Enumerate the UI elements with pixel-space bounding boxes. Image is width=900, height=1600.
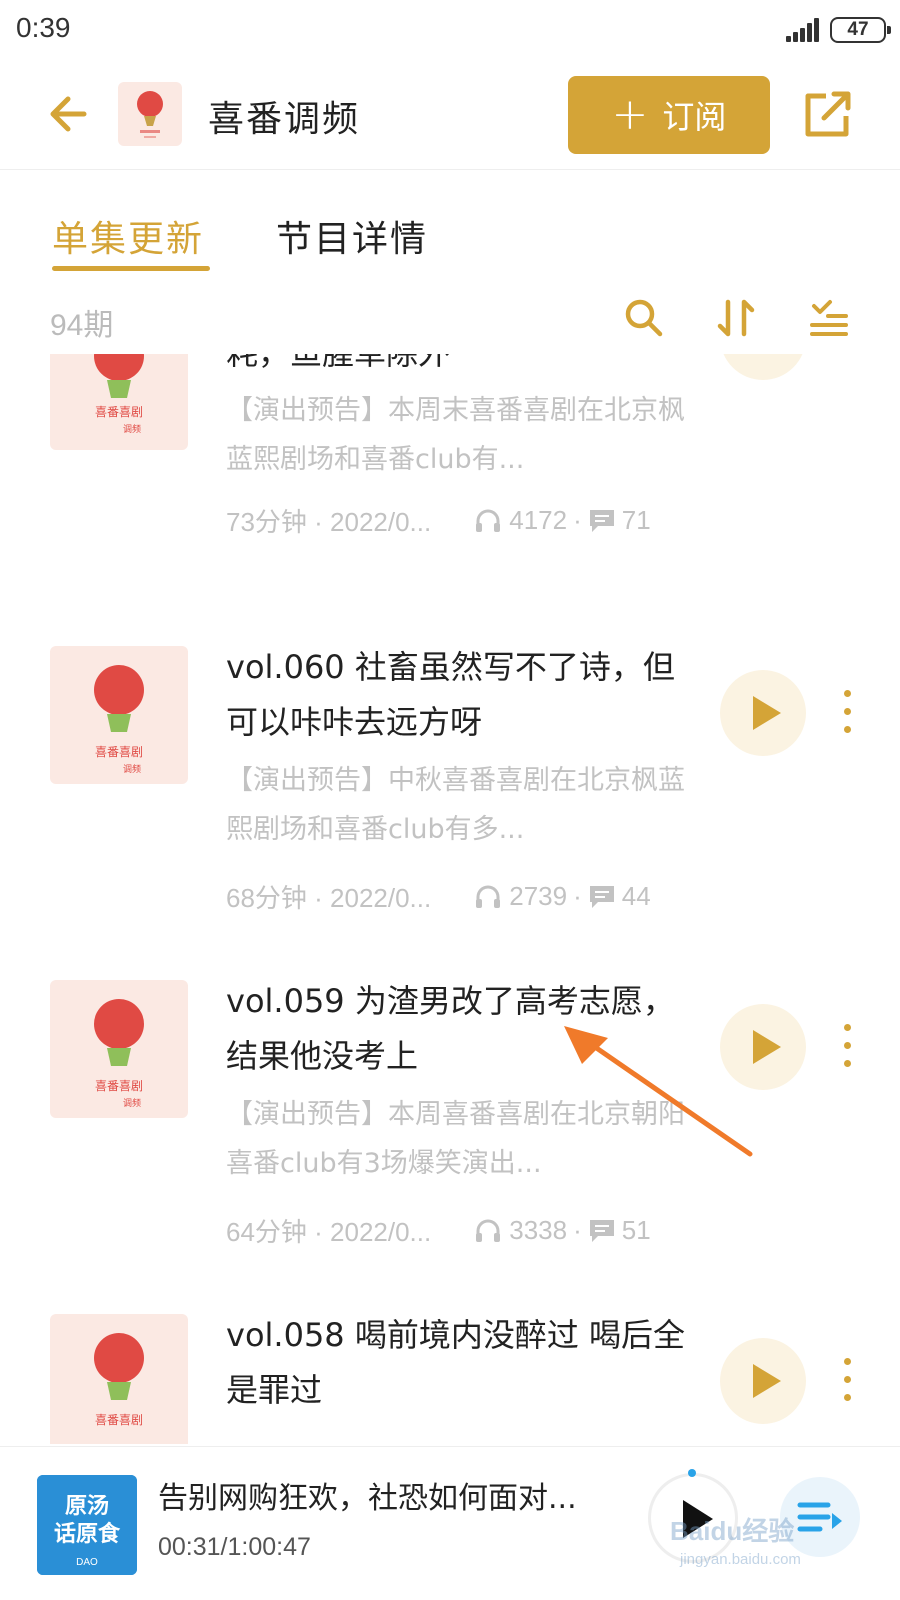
episode-cover: 喜番喜剧 调频 bbox=[50, 980, 188, 1118]
comment-count: 51 bbox=[621, 1215, 651, 1245]
episode-description: 【演出预告】中秋喜番喜剧在北京枫蓝熙剧场和喜番club有多... bbox=[226, 765, 685, 845]
headphones-icon bbox=[476, 1219, 501, 1242]
back-button[interactable] bbox=[40, 84, 100, 144]
sort-icon bbox=[717, 299, 755, 337]
podcast-title: 喜番调频 bbox=[208, 99, 361, 140]
play-button[interactable] bbox=[720, 670, 806, 756]
subscribe-button[interactable]: + 订阅 bbox=[568, 76, 770, 154]
svg-text:喜番喜剧: 喜番喜剧 bbox=[95, 1413, 143, 1427]
player-time: 00:31/1:00:47 bbox=[158, 1533, 311, 1561]
episode-description: 【演出预告】本周末喜番喜剧在北京枫蓝熙剧场和喜番club有... bbox=[226, 395, 685, 475]
episode-cover: 喜番喜剧 调频 bbox=[50, 354, 188, 450]
list-item[interactable]: 喜番喜剧 调频 vol.060 社畜虽然写不了诗，但可以咔咔去远方呀 【演出预告… bbox=[0, 646, 900, 986]
search-button[interactable] bbox=[622, 296, 666, 340]
play-count: 3338 bbox=[509, 1215, 568, 1245]
player-title: 告别网购狂欢，社恐如何面对... bbox=[158, 1481, 577, 1516]
mini-player[interactable]: 原汤 话原食 DAO 告别网购狂欢，社恐如何面对... 00:31/1:00:4… bbox=[0, 1446, 900, 1600]
duration-date: 73分钟 · 2022/0... bbox=[226, 507, 432, 537]
play-count: 4172 bbox=[509, 505, 568, 535]
subscribe-label: 订阅 bbox=[662, 98, 727, 136]
duration-date: 68分钟 · 2022/0... bbox=[226, 883, 432, 913]
svg-text:调频: 调频 bbox=[123, 763, 141, 775]
comment-icon bbox=[589, 509, 614, 532]
arrow-left-icon bbox=[50, 96, 87, 132]
comment-icon bbox=[589, 1219, 614, 1242]
episode-title: vol.058 喝前境内没醉过 喝后全是罪过 bbox=[226, 1316, 686, 1409]
comment-count: 71 bbox=[621, 505, 651, 535]
tab-episodes[interactable]: 单集更新 bbox=[52, 210, 204, 262]
headphones-icon bbox=[476, 885, 501, 908]
search-icon bbox=[625, 299, 663, 337]
multi-select-button[interactable] bbox=[806, 296, 850, 340]
episode-meta: 64分钟 · 2022/0... 3338 · 51 bbox=[226, 1212, 706, 1249]
status-bar: 0:39 47 bbox=[0, 0, 900, 60]
svg-text:喜番喜剧: 喜番喜剧 bbox=[95, 745, 143, 759]
episode-title: 耗，鱼腥草除外 bbox=[226, 354, 686, 381]
play-count: 2739 bbox=[509, 881, 568, 911]
active-tab-indicator bbox=[52, 266, 210, 271]
share-button[interactable] bbox=[800, 86, 856, 142]
plus-icon: + bbox=[611, 89, 649, 140]
list-item[interactable]: 喜番喜剧 vol.058 喝前境内没醉过 喝后全是罪过 bbox=[0, 1314, 900, 1444]
episode-cover: 喜番喜剧 bbox=[50, 1314, 188, 1444]
svg-text:喜番喜剧: 喜番喜剧 bbox=[95, 405, 143, 419]
more-button[interactable] bbox=[836, 354, 860, 364]
episode-meta: 73分钟 · 2022/0... 4172 · 71 bbox=[226, 502, 706, 539]
episode-meta: 68分钟 · 2022/0... 2739 · 44 bbox=[226, 878, 706, 915]
svg-text:调频: 调频 bbox=[123, 423, 141, 435]
share-icon bbox=[805, 91, 851, 137]
annotation-arrow bbox=[564, 1026, 753, 1157]
svg-text:DAO: DAO bbox=[76, 1557, 98, 1568]
episode-title: vol.060 社畜虽然写不了诗，但可以咔咔去远方呀 bbox=[226, 648, 675, 741]
episode-count: 94期 bbox=[50, 309, 114, 342]
status-time: 0:39 bbox=[16, 12, 71, 43]
svg-text:喜番喜剧: 喜番喜剧 bbox=[95, 1079, 143, 1093]
more-button[interactable] bbox=[836, 684, 860, 744]
svg-text:原汤: 原汤 bbox=[65, 1493, 109, 1519]
svg-text:话原食: 话原食 bbox=[54, 1521, 121, 1547]
sort-button[interactable] bbox=[714, 296, 758, 340]
checklist-icon bbox=[810, 300, 848, 336]
player-cover: 原汤 话原食 DAO bbox=[37, 1475, 137, 1575]
play-button[interactable] bbox=[720, 1338, 806, 1424]
more-button[interactable] bbox=[836, 1018, 860, 1078]
comment-icon bbox=[589, 885, 614, 908]
watermark-url: jingyan.baidu.com bbox=[680, 1551, 801, 1568]
battery-icon: 47 bbox=[830, 17, 891, 43]
watermark: Baidu经验 bbox=[670, 1516, 795, 1546]
header: 喜番调频 + 订阅 bbox=[0, 62, 900, 170]
svg-text:调频: 调频 bbox=[123, 1097, 141, 1109]
headphones-icon bbox=[476, 509, 501, 532]
progress-indicator bbox=[688, 1469, 696, 1477]
comment-count: 44 bbox=[621, 881, 651, 911]
list-item[interactable]: 喜番喜剧 调频 耗，鱼腥草除外 【演出预告】本周末喜番喜剧在北京枫蓝熙剧场和喜番… bbox=[0, 354, 900, 652]
episode-cover: 喜番喜剧 调频 bbox=[50, 646, 188, 784]
duration-date: 64分钟 · 2022/0... bbox=[226, 1217, 432, 1247]
episode-list: 喜番喜剧 调频 耗，鱼腥草除外 【演出预告】本周末喜番喜剧在北京枫蓝熙剧场和喜番… bbox=[0, 354, 900, 1444]
tab-details[interactable]: 节目详情 bbox=[276, 210, 428, 262]
more-button[interactable] bbox=[836, 1352, 860, 1412]
play-button[interactable] bbox=[720, 354, 806, 380]
signal-icon bbox=[786, 18, 820, 42]
podcast-cover bbox=[118, 82, 182, 146]
